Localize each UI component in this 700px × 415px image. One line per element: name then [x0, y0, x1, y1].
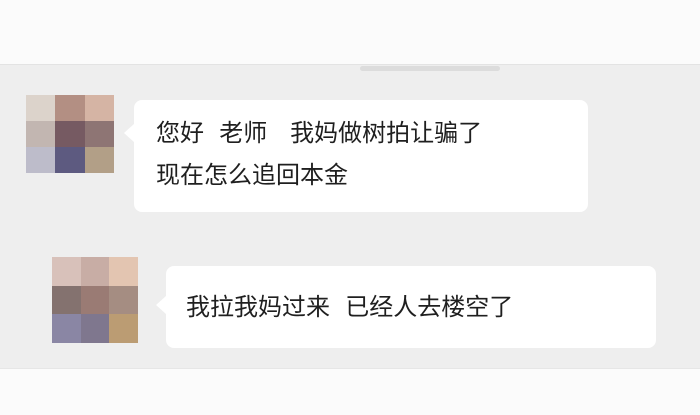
avatar-tile — [26, 121, 56, 147]
avatar[interactable] — [52, 257, 138, 343]
avatar-tile — [80, 314, 110, 343]
avatar-tile — [52, 285, 81, 315]
bottom-panel — [0, 368, 700, 415]
avatar-tile — [52, 257, 81, 286]
avatar-tile — [26, 95, 56, 121]
avatar-tile — [84, 121, 114, 147]
top-panel — [0, 0, 700, 65]
avatar-tile — [109, 257, 138, 286]
avatar-tile — [84, 95, 114, 121]
scroll-indicator[interactable] — [360, 66, 500, 71]
message-text-line: 我拉我妈过来 已经人去楼空了 — [186, 293, 514, 321]
avatar-tile — [80, 285, 110, 315]
avatar-tile — [80, 257, 110, 286]
avatar-tile — [109, 314, 138, 343]
message-text-line: 现在怎么追回本金 — [156, 161, 348, 189]
avatar-tile — [26, 147, 56, 173]
message-text-line: 您好 老师 我妈做树拍让骗了 — [156, 119, 483, 147]
message-bubble[interactable]: 您好 老师 我妈做树拍让骗了 现在怎么追回本金 — [124, 100, 588, 212]
message-bubble[interactable]: 我拉我妈过来 已经人去楼空了 — [156, 266, 656, 348]
avatar-tile — [109, 285, 138, 315]
avatar-tile — [55, 121, 85, 147]
avatar[interactable] — [26, 95, 114, 173]
avatar-tile — [55, 95, 85, 121]
avatar-tile — [84, 147, 114, 173]
avatar-tile — [52, 314, 81, 343]
avatar-tile — [55, 147, 85, 173]
